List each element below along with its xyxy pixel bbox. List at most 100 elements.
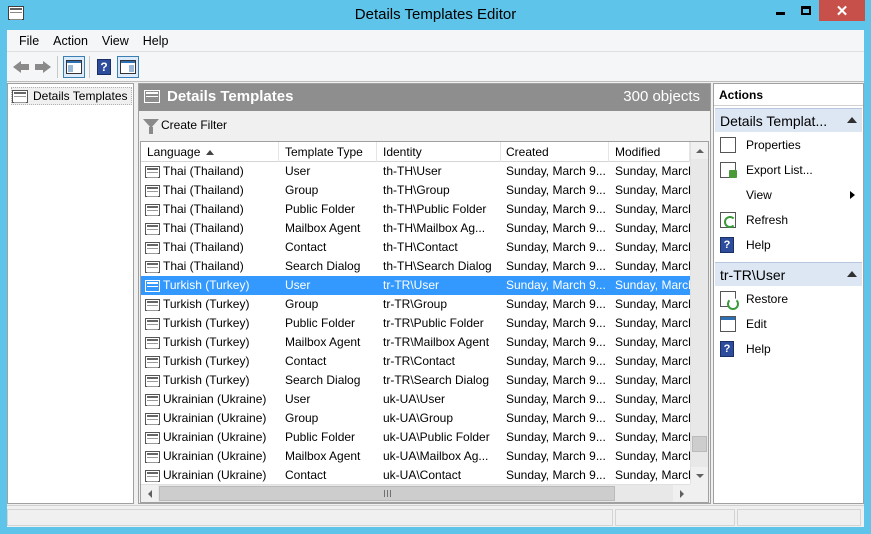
horizontal-scroll-thumb[interactable] [159,486,615,501]
table-row[interactable]: Ukrainian (Ukraine) Contact uk-UA\Contact S… [141,466,690,485]
table-row[interactable]: Ukrainian (Ukraine) Public Folder uk-UA\Pu… [141,428,690,447]
list-header: Language Template Type Identity Created … [141,142,690,162]
client-area: File Action View Help ? Details Template… [7,30,864,527]
table-row[interactable]: Ukrainian (Ukraine) Mailbox Agent uk-UA\Ma… [141,447,690,466]
action-help[interactable]: ? Help [715,233,862,257]
table-row[interactable]: Turkish (Turkey) Contact tr-TR\Contact Sund… [141,352,690,371]
vertical-scrollbar[interactable] [690,142,708,484]
forward-button[interactable] [32,56,54,78]
cell-identity: tr-TR\User [383,276,501,295]
action-view[interactable]: View [715,183,862,207]
cell-modified: Sunday, March [615,333,690,352]
scroll-left-button[interactable] [141,485,158,502]
action-pane-icon [120,60,136,74]
column-created[interactable]: Created [500,142,609,162]
cell-identity-text: uk-UA\Group [383,411,454,425]
column-template-type[interactable]: Template Type [279,142,377,162]
table-row[interactable]: Thai (Thailand) Public Folder th-TH\Public… [141,200,690,219]
table-row[interactable]: Turkish (Turkey) Search Dialog tr-TR\Searc… [141,371,690,390]
create-filter-button[interactable]: Create Filter [161,118,227,132]
action-properties[interactable]: Properties [715,133,862,157]
menu-file[interactable]: File [12,34,46,48]
collapse-chevron-icon[interactable] [847,117,857,123]
cell-template-type-text: Mailbox Agent [285,221,361,235]
actions-section-details-templates[interactable]: Details Templat... [715,108,862,132]
table-row[interactable]: Thai (Thailand) Mailbox Agent th-TH\Mailbo… [141,219,690,238]
table-row[interactable]: Thai (Thailand) Contact th-TH\Contact Sunda… [141,238,690,257]
properties-icon [720,137,736,153]
column-language-label: Language [147,145,201,159]
help-button[interactable]: ? [93,56,115,78]
table-row[interactable]: Ukrainian (Ukraine) User uk-UA\User Sunday,… [141,390,690,409]
show-hide-console-tree-button[interactable] [63,56,85,78]
cell-language: Thai (Thailand) [145,238,279,257]
vertical-scroll-thumb[interactable] [692,436,707,453]
cell-identity: uk-UA\Contact [383,466,501,485]
cell-language-text: Turkish (Turkey) [163,316,250,330]
cell-language: Ukrainian (Ukraine) [145,428,279,447]
show-hide-action-pane-button[interactable] [117,56,139,78]
template-icon [145,241,160,254]
table-row[interactable]: Turkish (Turkey) Mailbox Agent tr-TR\Mailb… [141,333,690,352]
action-label: Restore [746,292,789,306]
filter-icon[interactable] [143,119,159,134]
menu-view[interactable]: View [95,34,136,48]
cell-modified: Sunday, March [615,447,690,466]
title-bar[interactable]: Details Templates Editor ✕ [0,0,871,30]
cell-identity-text: tr-TR\Mailbox Agent [383,335,490,349]
table-row[interactable]: Turkish (Turkey) User tr-TR\User Sunday, Ma… [141,276,690,295]
cell-created-text: Sunday, March 9... [506,392,606,406]
table-row[interactable]: Thai (Thailand) User th-TH\User Sunday, Mar… [141,162,690,181]
column-language[interactable]: Language [141,142,279,162]
template-icon [145,184,160,197]
actions-section-selected-item[interactable]: tr-TR\User [715,262,862,286]
column-modified[interactable]: Modified [609,142,690,162]
cell-identity-text: uk-UA\Mailbox Ag... [383,449,489,463]
cell-modified: Sunday, March [615,352,690,371]
scroll-down-button[interactable] [691,467,708,484]
table-row[interactable]: Turkish (Turkey) Public Folder tr-TR\Publi… [141,314,690,333]
cell-template-type-text: Contact [285,354,327,368]
menu-action[interactable]: Action [46,34,95,48]
cell-language-text: Turkish (Turkey) [163,373,250,387]
minimize-button[interactable] [767,0,793,21]
column-identity[interactable]: Identity [377,142,501,162]
cell-modified-text: Sunday, March [615,164,690,178]
horizontal-scrollbar[interactable] [141,484,690,502]
template-icon [145,279,160,292]
back-button[interactable] [10,56,32,78]
table-row[interactable]: Thai (Thailand) Search Dialog th-TH\Search… [141,257,690,276]
cell-identity: uk-UA\Public Folder [383,428,501,447]
scroll-right-button[interactable] [673,485,690,502]
action-label: Help [746,342,771,356]
cell-created-text: Sunday, March 9... [506,278,606,292]
template-icon [145,260,160,273]
status-pane-2 [615,509,735,526]
maximize-button[interactable] [793,0,819,21]
action-refresh[interactable]: Refresh [715,208,862,232]
action-export-list[interactable]: Export List... [715,158,862,182]
cell-created-text: Sunday, March 9... [506,202,606,216]
cell-template-type: Public Folder [285,314,377,333]
table-row[interactable]: Thai (Thailand) Group th-TH\Group Sunday, M… [141,181,690,200]
collapse-chevron-icon[interactable] [847,271,857,277]
close-button[interactable]: ✕ [819,0,865,21]
cell-template-type-text: Public Folder [285,202,356,216]
cell-created-text: Sunday, March 9... [506,335,606,349]
cell-template-type-text: User [285,164,311,178]
action-help-item[interactable]: ? Help [715,337,862,361]
help-icon: ? [720,341,734,357]
cell-language: Turkish (Turkey) [145,295,279,314]
action-restore[interactable]: Restore [715,287,862,311]
cell-created-text: Sunday, March 9... [506,164,606,178]
table-row[interactable]: Turkish (Turkey) Group tr-TR\Group Sunday, … [141,295,690,314]
table-row[interactable]: Ukrainian (Ukraine) Group uk-UA\Group Sunda… [141,409,690,428]
action-edit[interactable]: Edit [715,312,862,336]
scroll-corner [690,484,708,502]
scroll-up-button[interactable] [691,142,708,159]
toolbar-separator [57,56,58,78]
menu-help[interactable]: Help [136,34,176,48]
template-icon [145,355,160,368]
cell-template-type: Public Folder [285,200,377,219]
tree-item-details-templates[interactable]: Details Templates [11,87,132,105]
